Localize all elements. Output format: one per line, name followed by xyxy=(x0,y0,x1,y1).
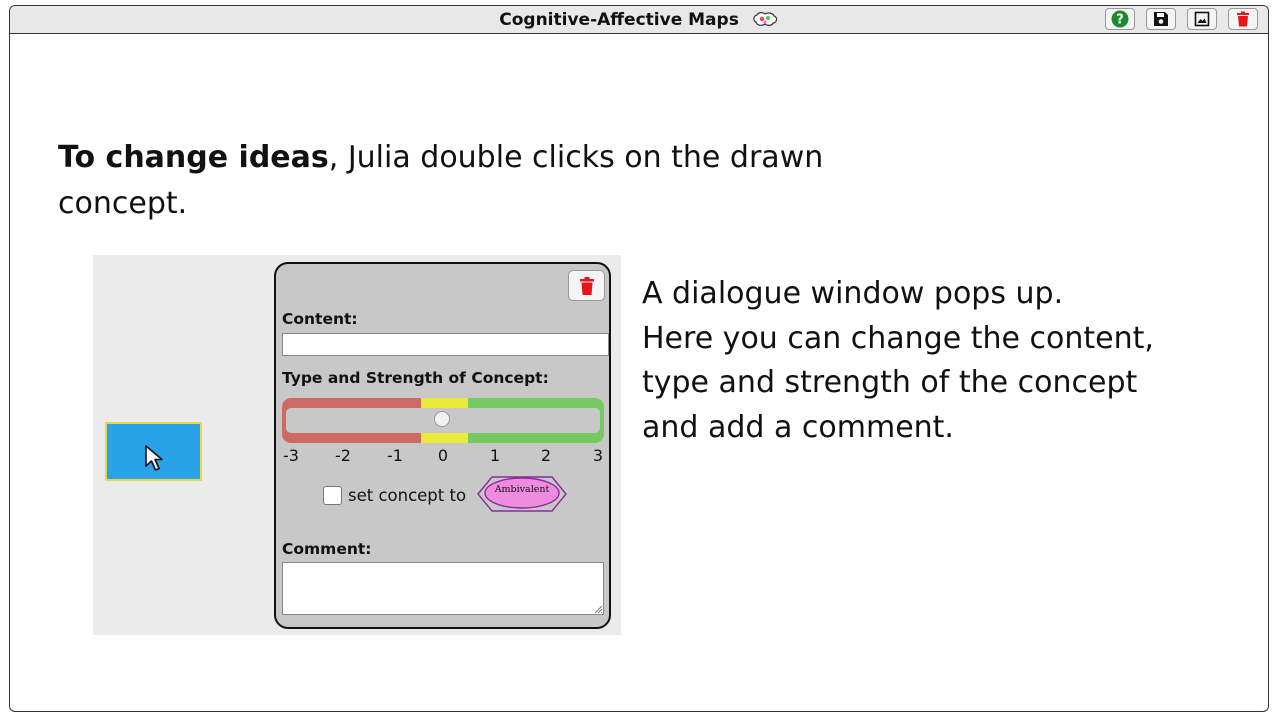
save-button[interactable] xyxy=(1146,8,1176,30)
intro-bold: To change ideas xyxy=(58,140,329,175)
comment-textarea[interactable] xyxy=(282,562,604,615)
type-strength-slider[interactable] xyxy=(282,398,604,443)
explanation-line: type and strength of the concept xyxy=(642,365,1138,400)
intro-line2: concept. xyxy=(58,186,188,221)
slider-thumb[interactable] xyxy=(434,411,450,427)
explanation-line: and add a comment. xyxy=(642,409,954,445)
explanation-line: Here you can change the content, xyxy=(642,320,1154,356)
help-button[interactable]: ? xyxy=(1105,8,1135,30)
intro-rest: , Julia double clicks on the drawn xyxy=(328,140,824,175)
intro-text: To change ideas, Julia double clicks on … xyxy=(58,135,858,227)
comment-label: Comment: xyxy=(282,540,372,558)
save-icon xyxy=(1154,12,1168,26)
set-concept-checkbox[interactable] xyxy=(323,486,342,505)
trash-icon xyxy=(579,276,594,295)
type-strength-label: Type and Strength of Concept: xyxy=(282,369,549,387)
content-label: Content: xyxy=(282,310,358,328)
content-input[interactable] xyxy=(282,333,609,356)
help-icon: ? xyxy=(1111,10,1129,28)
set-concept-label: set concept to xyxy=(348,486,467,505)
trash-icon xyxy=(1237,11,1249,27)
tick-label: -1 xyxy=(387,446,403,465)
tick-label: -3 xyxy=(283,446,299,465)
brain-icon xyxy=(753,12,777,26)
app-title-text: Cognitive-Affective Maps xyxy=(499,10,739,30)
ambivalent-label: Ambivalent xyxy=(494,484,550,495)
tick-label: 1 xyxy=(489,446,501,465)
tick-label: -2 xyxy=(335,446,351,465)
image-icon xyxy=(1194,11,1210,27)
tick-label: 2 xyxy=(540,446,552,465)
delete-concept-button[interactable] xyxy=(568,270,605,301)
export-image-button[interactable] xyxy=(1187,8,1217,30)
resize-grip-icon[interactable] xyxy=(593,604,603,614)
tick-label: 0 xyxy=(437,446,449,465)
tick-label: 3 xyxy=(592,446,604,465)
app-title: Cognitive-Affective Maps xyxy=(10,10,1268,30)
explanation-text: A dialogue window pops up. Here you can … xyxy=(642,272,1202,450)
title-bar: Cognitive-Affective Maps ? xyxy=(10,6,1268,34)
svg-text:?: ? xyxy=(1116,13,1124,28)
delete-map-button[interactable] xyxy=(1228,8,1258,30)
concept-dialog: Content: Type and Strength of Concept: -… xyxy=(274,262,611,629)
explanation-line: A dialogue window pops up. xyxy=(642,276,1064,311)
mouse-cursor-icon xyxy=(145,445,163,471)
